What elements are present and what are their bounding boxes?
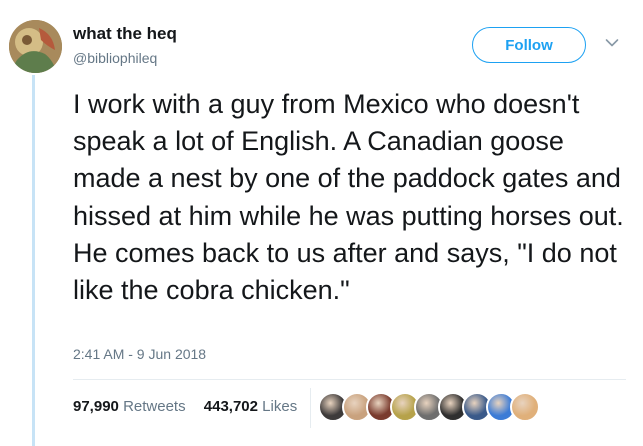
retweets-label: Retweets [123,398,186,415]
display-name[interactable]: what the heq [73,24,177,44]
tweet-stats: 97,990 Retweets 443,702 Likes [73,398,311,415]
avatar-image [9,20,62,73]
tweet-timestamp[interactable]: 2:41 AM - 9 Jun 2018 [73,346,206,362]
chevron-down-icon[interactable] [605,38,619,48]
retweets-stat[interactable]: 97,990 Retweets [73,398,186,415]
follow-button[interactable]: Follow [472,27,586,63]
stats-separator [310,388,311,428]
likes-label: Likes [262,398,298,415]
user-handle[interactable]: @bibliophileq [73,50,157,66]
likers-avatars [318,392,540,424]
tweet-card: what the heq @bibliophileq Follow I work… [0,0,643,446]
likes-count: 443,702 [203,398,258,415]
tweet-text: I work with a guy from Mexico who doesn'… [73,89,624,306]
likes-stat[interactable]: 443,702 Likes [204,398,297,415]
divider [73,379,626,380]
avatar[interactable] [9,20,62,73]
retweets-count: 97,990 [73,398,119,415]
liker-avatar[interactable] [510,392,540,422]
thread-line [32,75,35,446]
